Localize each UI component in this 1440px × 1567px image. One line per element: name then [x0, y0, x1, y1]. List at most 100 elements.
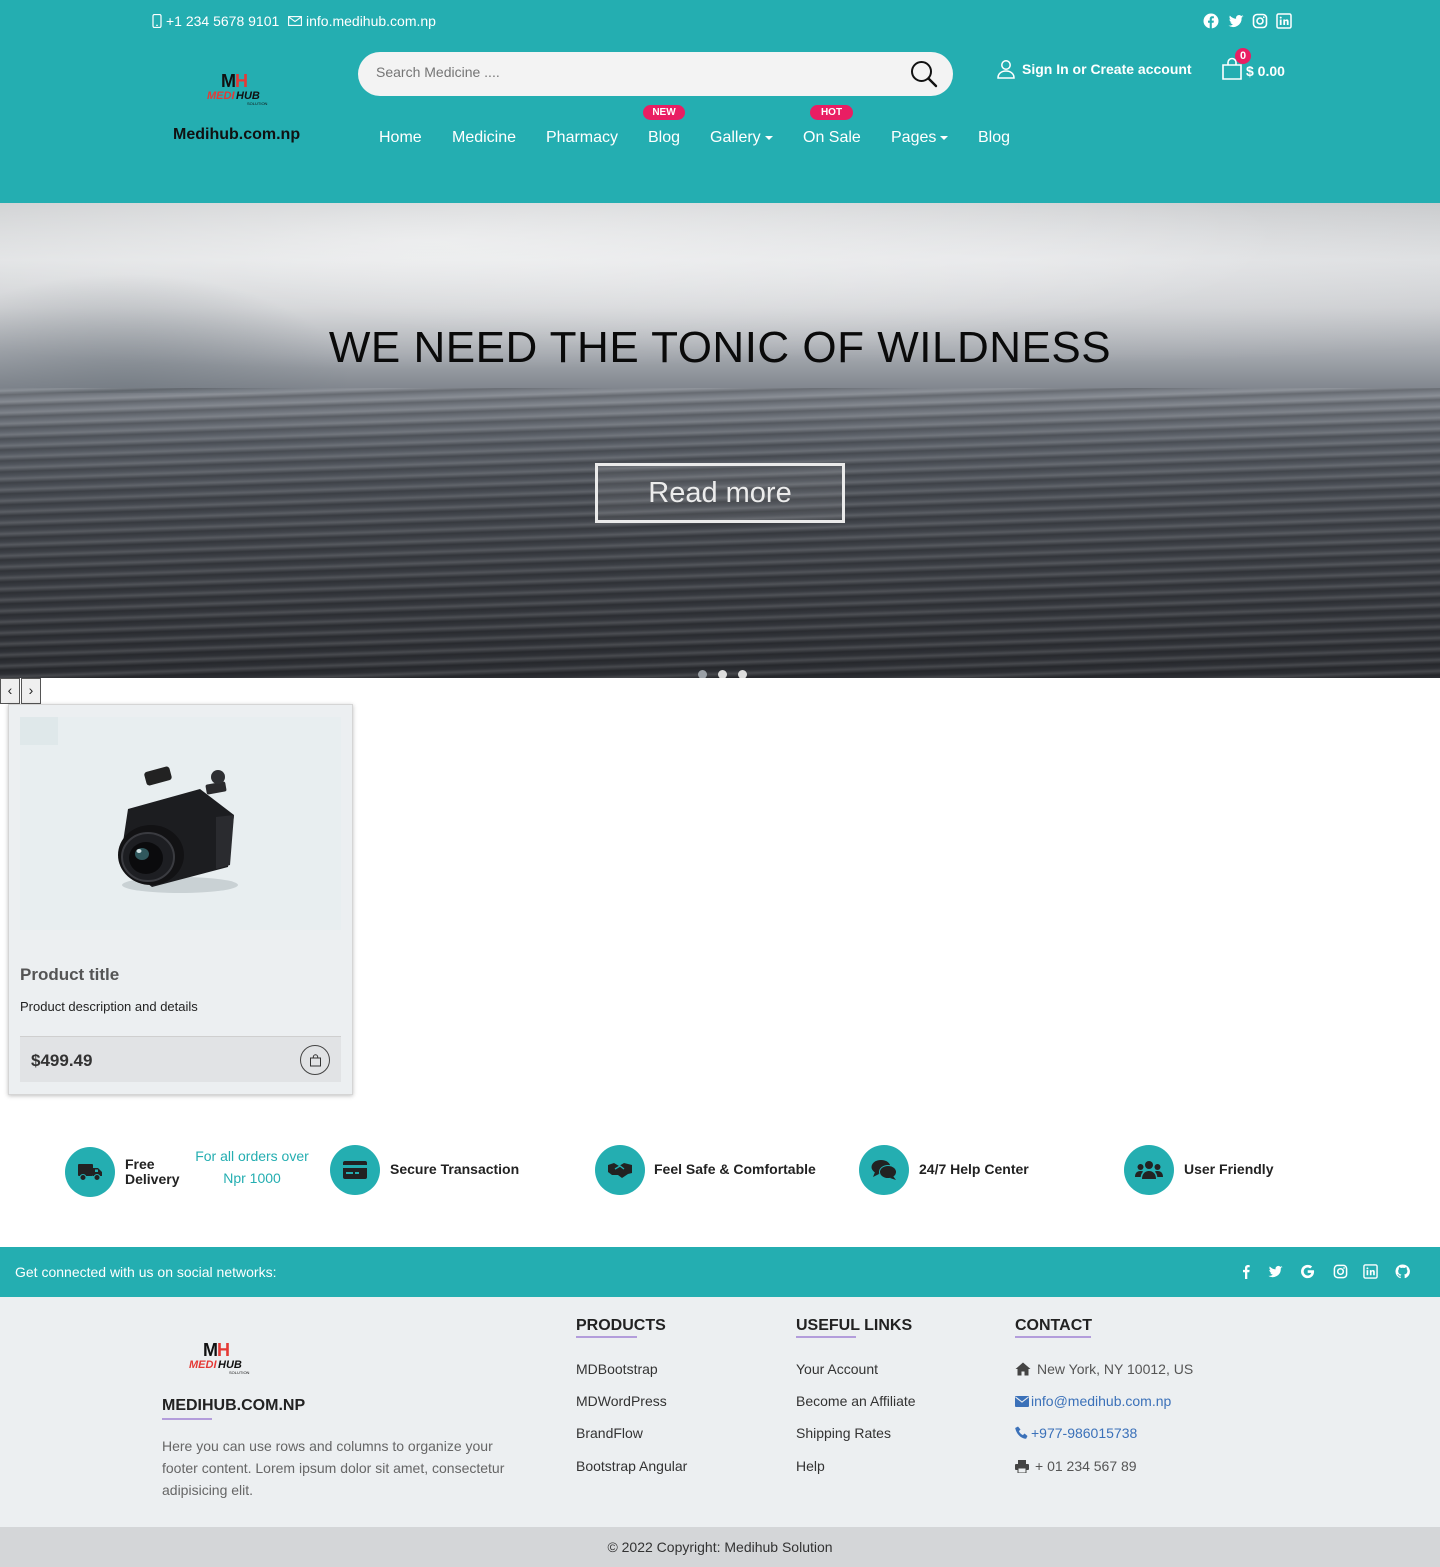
signin-link[interactable]: Sign In or Create account	[996, 59, 1192, 79]
nav-blog-2[interactable]: Blog	[978, 127, 1010, 149]
linkedin-icon[interactable]	[1276, 13, 1292, 29]
search-icon[interactable]	[906, 56, 942, 92]
product-card[interactable]: Product title Product description and de…	[8, 704, 353, 1095]
header: +1 234 5678 9101 info.medihub.com.np M H…	[0, 0, 1440, 203]
instagram-icon[interactable]	[1333, 1264, 1348, 1279]
twitter-icon[interactable]	[1268, 1264, 1283, 1279]
carousel-prev-button[interactable]: ‹	[0, 678, 20, 704]
brand-logo[interactable]: M H MEDI HUB SOLUTION	[205, 68, 269, 108]
phone-icon	[1015, 1426, 1029, 1440]
topbar-phone-text: +1 234 5678 9101	[166, 13, 280, 29]
shopping-bag-icon	[309, 1053, 322, 1067]
read-more-button[interactable]: Read more	[595, 463, 845, 523]
feature-label: Delivery	[125, 1171, 180, 1187]
nav-pages[interactable]: Pages	[891, 127, 949, 149]
product-description: Product description and details	[20, 999, 198, 1014]
caret-down-icon	[940, 136, 949, 140]
linkedin-icon[interactable]	[1363, 1264, 1378, 1279]
carousel-indicator[interactable]	[738, 670, 747, 678]
users-icon	[1124, 1145, 1174, 1195]
footer-useful-link[interactable]: Shipping Rates	[796, 1425, 891, 1441]
heading-underline	[162, 1418, 212, 1420]
facebook-icon[interactable]	[1239, 1264, 1254, 1279]
heading-underline	[1015, 1336, 1091, 1338]
nav-label: Medicine	[452, 129, 517, 146]
footer-brand: MEDIHUB.COM.NP	[162, 1397, 306, 1414]
add-to-cart-button[interactable]	[300, 1045, 330, 1075]
signin-label: Sign In or Create account	[1022, 61, 1192, 77]
handshake-icon	[595, 1145, 645, 1195]
nav-label: Gallery	[710, 129, 761, 146]
nav-label: Pages	[891, 129, 937, 146]
svg-text:MEDI: MEDI	[189, 1359, 217, 1371]
hero-waves	[0, 388, 1440, 678]
topbar-email[interactable]: info.medihub.com.np	[288, 13, 436, 29]
footer: M H MEDI HUB SOLUTION MEDIHUB.COM.NP Her…	[0, 1297, 1440, 1527]
footer-product-link[interactable]: MDWordPress	[576, 1393, 667, 1409]
cart-count-badge: 0	[1235, 48, 1251, 64]
credit-card-icon	[330, 1145, 380, 1195]
footer-links-heading: USEFUL LINKS	[796, 1317, 913, 1334]
feature-free-delivery: Free Delivery	[125, 1157, 179, 1187]
product-image[interactable]	[20, 717, 341, 930]
facebook-icon[interactable]	[1203, 13, 1219, 29]
instagram-icon[interactable]	[1252, 13, 1268, 29]
feature-note: For all orders over Npr 1000	[195, 1148, 309, 1186]
user-icon	[996, 59, 1016, 79]
footer-email-text: info@medihub.com.np	[1031, 1393, 1172, 1409]
topbar-phone[interactable]: +1 234 5678 9101	[152, 13, 279, 29]
product-title[interactable]: Product title	[20, 965, 119, 985]
google-icon[interactable]	[1300, 1264, 1315, 1279]
comments-icon	[859, 1145, 909, 1195]
footer-useful-link[interactable]: Your Account	[796, 1361, 878, 1377]
nav-medicine[interactable]: Medicine	[452, 127, 516, 149]
search-input[interactable]	[376, 64, 896, 80]
nav-label: On Sale	[803, 129, 861, 146]
nav-pharmacy[interactable]: Pharmacy	[546, 127, 618, 149]
github-icon[interactable]	[1395, 1264, 1410, 1279]
svg-text:H: H	[217, 1340, 230, 1360]
twitter-icon[interactable]	[1228, 13, 1244, 29]
nav-gallery[interactable]: Gallery	[710, 127, 773, 149]
new-badge: NEW	[643, 105, 685, 120]
nav-home[interactable]: Home	[379, 127, 422, 149]
footer-phone[interactable]: +977-986015738	[1015, 1425, 1137, 1441]
footer-product-link[interactable]: Bootstrap Angular	[576, 1458, 687, 1474]
nav-label: Blog	[648, 129, 681, 146]
nav-on-sale[interactable]: On Sale	[803, 127, 861, 149]
nav-blog[interactable]: Blog	[648, 127, 680, 149]
svg-text:SOLUTION: SOLUTION	[229, 1370, 250, 1375]
footer-logo[interactable]: M H MEDI HUB SOLUTION	[187, 1337, 251, 1379]
svg-text:H: H	[235, 71, 248, 91]
caret-down-icon	[764, 136, 773, 140]
social-bar: Get connected with us on social networks…	[0, 1247, 1440, 1297]
cart-total[interactable]: $ 0.00	[1246, 63, 1285, 79]
nav-label: Home	[379, 129, 422, 146]
product-footer: $499.49	[20, 1036, 341, 1082]
feature-label: Free	[125, 1156, 155, 1172]
carousel-next-button[interactable]: ›	[21, 678, 41, 704]
product-price: $499.49	[31, 1051, 93, 1070]
truck-icon	[65, 1147, 115, 1197]
feature-help-center: 24/7 Help Center	[919, 1161, 1029, 1177]
nav-label: Blog	[978, 129, 1011, 146]
envelope-icon	[1015, 1395, 1029, 1407]
footer-fax: + 01 234 567 89	[1015, 1458, 1137, 1474]
brand-name[interactable]: Medihub.com.np	[173, 126, 300, 144]
home-icon	[1015, 1362, 1031, 1376]
social-bar-text: Get connected with us on social networks…	[15, 1264, 277, 1280]
footer-product-link[interactable]: MDBootstrap	[576, 1361, 658, 1377]
hero-carousel: WE NEED THE TONIC OF WILDNESS Read more	[0, 203, 1440, 678]
footer-useful-link[interactable]: Become an Affiliate	[796, 1393, 916, 1409]
carousel-indicator[interactable]	[718, 670, 727, 678]
footer-products-heading: PRODUCTS	[576, 1317, 666, 1334]
carousel-indicator[interactable]	[698, 670, 707, 678]
envelope-icon	[288, 16, 302, 26]
footer-email[interactable]: info@medihub.com.np	[1015, 1393, 1171, 1409]
footer-phone-text: +977-986015738	[1031, 1425, 1138, 1441]
footer-product-link[interactable]: BrandFlow	[576, 1425, 643, 1441]
svg-text:M: M	[203, 1340, 218, 1360]
footer-useful-link[interactable]: Help	[796, 1458, 825, 1474]
footer-contact-heading: CONTACT	[1015, 1317, 1093, 1334]
copyright: © 2022 Copyright: Medihub Solution	[0, 1527, 1440, 1567]
